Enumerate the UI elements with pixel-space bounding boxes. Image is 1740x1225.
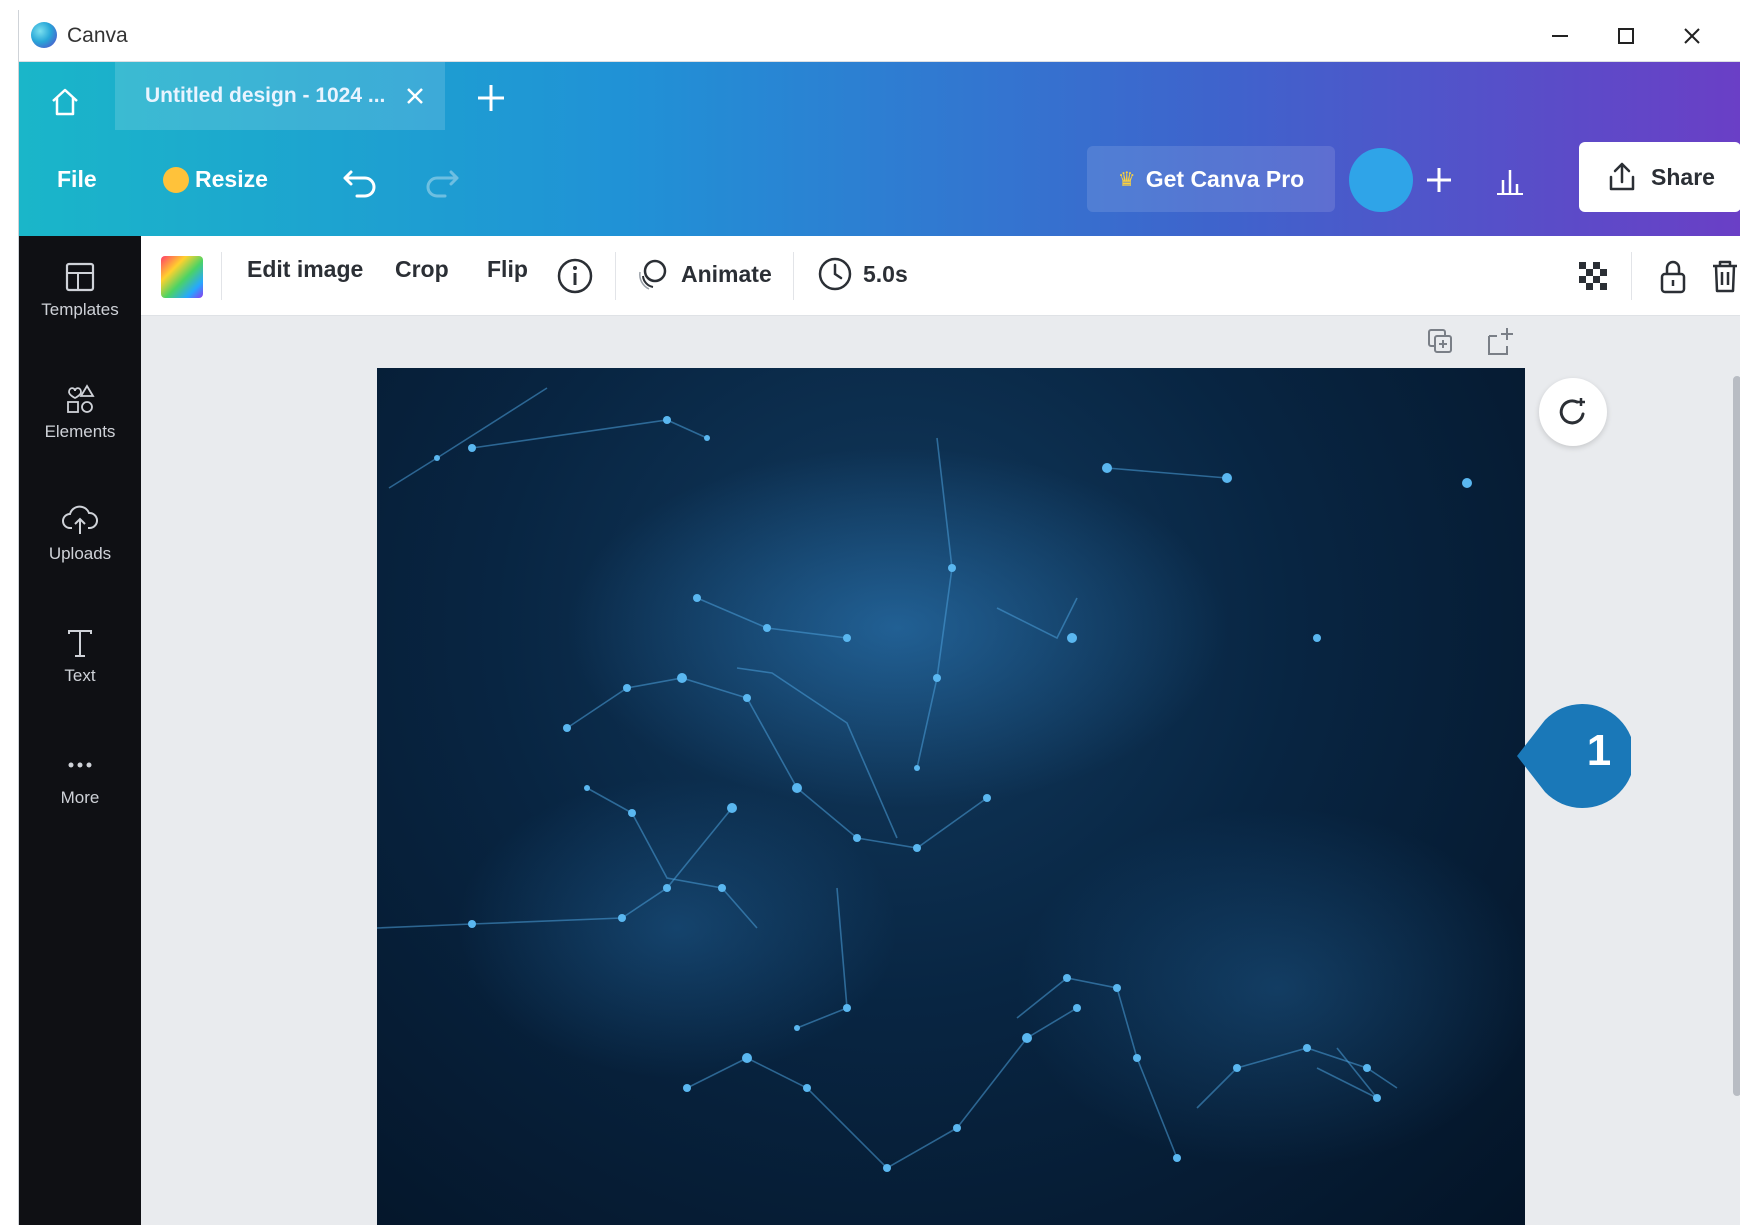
- pro-label: Get Canva Pro: [1145, 165, 1305, 192]
- edit-image-button[interactable]: Edit image: [247, 256, 363, 283]
- title-bar: Canva: [19, 10, 1740, 62]
- canva-logo-icon: [31, 22, 57, 48]
- redo-icon[interactable]: [419, 158, 463, 202]
- crown-icon: [163, 166, 189, 193]
- sidebar-item-label: Templates: [41, 300, 119, 319]
- sidebar-item-label: Elements: [44, 422, 116, 441]
- window-title: Canva: [67, 24, 128, 47]
- crop-button[interactable]: Crop: [395, 256, 449, 283]
- callout-number: 1: [1586, 726, 1612, 775]
- lock-icon[interactable]: [1653, 256, 1693, 296]
- file-menu-button[interactable]: File: [57, 166, 97, 193]
- uploads-icon: [62, 505, 98, 534]
- new-tab-icon[interactable]: [473, 80, 509, 116]
- share-button[interactable]: Share: [1579, 142, 1740, 212]
- sidebar-item-label: Text: [64, 666, 96, 685]
- add-page-icon[interactable]: [1483, 324, 1519, 360]
- resize-label: Resize: [195, 166, 268, 192]
- sidebar-item-more[interactable]: More: [19, 742, 141, 842]
- duration-label: 5.0s: [863, 260, 908, 287]
- elements-icon: [67, 384, 95, 413]
- minimize-button[interactable]: [1535, 18, 1585, 54]
- home-button[interactable]: [43, 80, 87, 124]
- tab-design[interactable]: Untitled design - 1024 ...: [115, 62, 445, 130]
- get-canva-pro-button[interactable]: ♛ Get Canva Pro: [1087, 146, 1335, 212]
- templates-icon: [65, 262, 95, 292]
- canva-window: Canva Untitled design - 1024 ... File Re…: [18, 10, 1740, 1225]
- left-sidebar: Templates Elements Uploads Text More: [19, 236, 141, 1225]
- close-icon: [1684, 28, 1700, 44]
- insights-chart-icon[interactable]: [1489, 160, 1529, 200]
- home-icon: [52, 88, 78, 116]
- undo-icon[interactable]: [339, 158, 383, 202]
- sidebar-item-label: Uploads: [48, 544, 112, 563]
- close-window-button[interactable]: [1667, 18, 1717, 54]
- text-icon: [68, 630, 92, 657]
- animate-button[interactable]: Animate: [635, 256, 772, 292]
- share-label: Share: [1651, 163, 1715, 190]
- toolbar-divider: [221, 252, 222, 300]
- crown-icon: ♛: [1117, 168, 1136, 191]
- animate-icon: [639, 259, 667, 290]
- clock-icon: [818, 257, 852, 291]
- sidebar-item-templates[interactable]: Templates: [19, 254, 141, 354]
- flip-button[interactable]: Flip: [487, 256, 528, 283]
- toolbar-divider: [1631, 252, 1632, 300]
- minimize-icon: [1552, 35, 1568, 37]
- add-people-icon[interactable]: [1419, 160, 1459, 200]
- refresh-icon: [1559, 398, 1585, 425]
- info-icon[interactable]: [555, 256, 595, 296]
- sidebar-item-elements[interactable]: Elements: [19, 376, 141, 476]
- editor-header: Untitled design - 1024 ... File Resize ♛…: [19, 62, 1740, 236]
- regenerate-button[interactable]: [1539, 378, 1607, 446]
- sidebar-item-text[interactable]: Text: [19, 620, 141, 720]
- toolbar-divider: [615, 252, 616, 300]
- sidebar-item-label: More: [60, 788, 100, 807]
- canvas-area: 1: [141, 316, 1740, 1225]
- avatar[interactable]: [1349, 148, 1413, 212]
- transparency-icon[interactable]: [1573, 256, 1613, 296]
- tab-close-icon[interactable]: [403, 84, 427, 108]
- duplicate-page-icon[interactable]: [1423, 324, 1459, 360]
- maximize-button[interactable]: [1601, 18, 1651, 54]
- trash-icon[interactable]: [1705, 256, 1740, 296]
- maximize-icon: [1618, 28, 1634, 44]
- design-page-network-image[interactable]: [377, 368, 1525, 1225]
- more-icon: [68, 762, 92, 768]
- tab-label: Untitled design - 1024 ...: [145, 84, 386, 107]
- vertical-scrollbar[interactable]: [1733, 376, 1740, 1096]
- resize-button[interactable]: Resize: [163, 166, 268, 193]
- share-upload-icon: [1609, 162, 1635, 191]
- sidebar-item-uploads[interactable]: Uploads: [19, 498, 141, 598]
- network-background-image: [377, 387, 1525, 1172]
- duration-button[interactable]: 5.0s: [817, 256, 908, 292]
- color-filter-swatch[interactable]: [161, 256, 203, 298]
- animate-label: Animate: [681, 260, 772, 287]
- toolbar-divider: [793, 252, 794, 300]
- context-toolbar: Edit image Crop Flip Animate 5.0s: [141, 236, 1740, 316]
